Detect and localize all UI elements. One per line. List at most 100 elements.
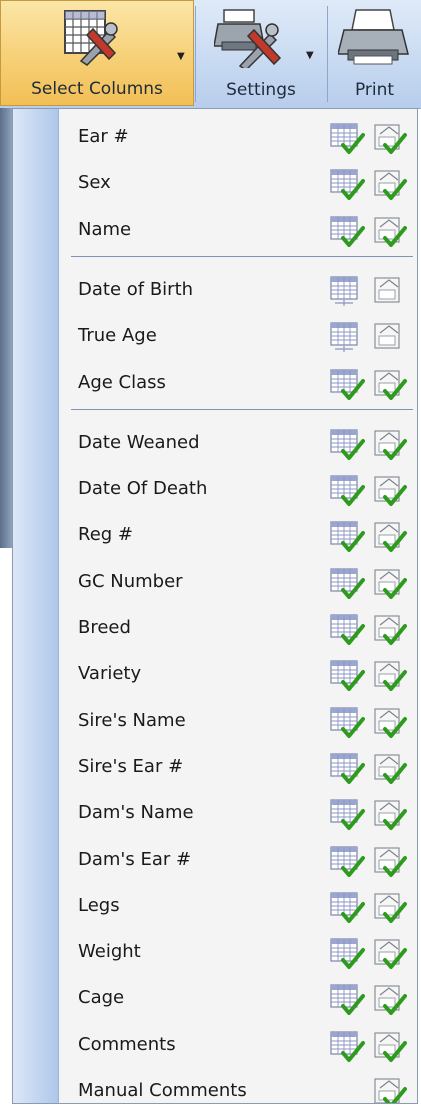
print-column-icon[interactable] — [371, 844, 407, 878]
grid-column-icon[interactable] — [329, 214, 365, 248]
grid-column-icon[interactable] — [329, 167, 365, 201]
grid-column-icon[interactable] — [329, 121, 365, 155]
menu-item[interactable]: Date Weaned — [58, 421, 417, 465]
print-column-icon[interactable] — [371, 751, 407, 785]
menu-item-label: True Age — [78, 325, 157, 347]
grid-column-icon[interactable] — [329, 566, 365, 600]
print-column-icon[interactable] — [371, 797, 407, 831]
menu-item[interactable]: Age Class — [58, 361, 417, 405]
menu-item-icons — [329, 705, 413, 739]
grid-column-icon[interactable] — [329, 1029, 365, 1063]
grid-column-icon[interactable] — [329, 982, 365, 1016]
menu-item[interactable]: GC Number — [58, 560, 417, 604]
grid-column-icon[interactable] — [329, 473, 365, 507]
grid-tools-icon — [61, 7, 121, 67]
settings-button[interactable]: ▼ Settings — [196, 0, 326, 106]
grid-column-icon[interactable] — [329, 705, 365, 739]
print-column-icon[interactable] — [371, 1075, 407, 1103]
menu-item-label: Manual Comments — [78, 1080, 247, 1101]
print-column-icon[interactable] — [371, 320, 407, 354]
grid-column-icon[interactable] — [329, 519, 365, 553]
print-column-icon[interactable] — [371, 473, 407, 507]
menu-item-icons — [329, 1029, 413, 1063]
menu-item[interactable]: Breed — [58, 606, 417, 650]
menu-item-label: Cage — [78, 987, 125, 1009]
chevron-down-icon[interactable]: ▼ — [306, 50, 314, 61]
menu-item-icons — [329, 121, 413, 155]
print-column-icon[interactable] — [371, 214, 407, 248]
menu-separator — [71, 255, 413, 257]
menu-item[interactable]: True Age — [58, 314, 417, 358]
menu-item-label: Date of Birth — [78, 278, 194, 300]
menu-item-label: Legs — [78, 894, 120, 916]
menu-item-label: Dam's Ear # — [78, 848, 192, 870]
select-columns-button[interactable]: ▼ Select Columns — [0, 0, 194, 106]
menu-item-icons — [329, 214, 413, 248]
grid-column-icon[interactable] — [329, 658, 365, 692]
menu-item[interactable]: Ear # — [58, 115, 417, 159]
print-column-icon[interactable] — [371, 658, 407, 692]
printer-icon — [338, 8, 410, 66]
chevron-down-icon[interactable]: ▼ — [177, 51, 185, 62]
menu-item-label: GC Number — [78, 570, 183, 592]
menu-item[interactable]: Reg # — [58, 513, 417, 557]
menu-item-icons — [329, 890, 413, 924]
print-column-icon[interactable] — [371, 566, 407, 600]
print-column-icon[interactable] — [371, 982, 407, 1016]
menu-item[interactable]: Variety — [58, 652, 417, 696]
menu-item[interactable]: Sire's Name — [58, 699, 417, 743]
print-label: Print — [354, 80, 395, 100]
menu-item[interactable]: Sex — [58, 161, 417, 205]
menu-item-label: Dam's Name — [78, 802, 194, 824]
menu-item-icons — [329, 797, 413, 831]
menu-item[interactable]: Dam's Name — [58, 791, 417, 835]
menu-item-label: Date Of Death — [78, 478, 208, 500]
print-column-icon[interactable] — [371, 167, 407, 201]
grid-column-icon[interactable] — [329, 936, 365, 970]
menu-item[interactable]: Dam's Ear # — [58, 838, 417, 882]
menu-item-icons — [329, 473, 413, 507]
menu-item[interactable]: Date of Birth — [58, 268, 417, 312]
select-columns-menu: Ear # Sex Name Date of Birth True Age Ag… — [12, 108, 418, 1104]
menu-item[interactable]: Sire's Ear # — [58, 745, 417, 789]
menu-item[interactable]: Name — [58, 208, 417, 252]
menu-item-icons — [329, 427, 413, 461]
grid-column-icon[interactable] — [329, 844, 365, 878]
menu-item-label: Variety — [78, 663, 142, 685]
menu-item[interactable]: Legs — [58, 884, 417, 928]
print-column-icon[interactable] — [371, 427, 407, 461]
menu-gutter — [13, 109, 59, 1103]
menu-item-icons — [329, 1075, 413, 1103]
grid-column-icon[interactable] — [329, 890, 365, 924]
menu-item[interactable]: Manual Comments — [58, 1069, 417, 1103]
grid-column-icon[interactable] — [329, 751, 365, 785]
print-button[interactable]: Print — [328, 0, 421, 106]
grid-column-icon[interactable] — [329, 367, 365, 401]
grid-column-icon[interactable] — [329, 274, 365, 308]
print-column-icon[interactable] — [371, 121, 407, 155]
menu-item-icons — [329, 274, 413, 308]
menu-item-label: Date Weaned — [78, 431, 200, 453]
print-column-icon[interactable] — [371, 890, 407, 924]
menu-item-icons — [329, 167, 413, 201]
print-column-icon[interactable] — [371, 274, 407, 308]
settings-label: Settings — [226, 80, 296, 100]
grid-column-icon[interactable] — [329, 797, 365, 831]
menu-item[interactable]: Date Of Death — [58, 467, 417, 511]
print-column-icon[interactable] — [371, 1029, 407, 1063]
menu-item-icons — [329, 658, 413, 692]
menu-item-icons — [329, 936, 413, 970]
print-column-icon[interactable] — [371, 367, 407, 401]
menu-item[interactable]: Cage — [58, 976, 417, 1020]
menu-item[interactable]: Weight — [58, 930, 417, 974]
grid-column-icon[interactable] — [329, 427, 365, 461]
menu-item[interactable]: Comments — [58, 1023, 417, 1067]
grid-column-icon[interactable] — [329, 320, 365, 354]
print-column-icon[interactable] — [371, 936, 407, 970]
menu-item-icons — [329, 566, 413, 600]
grid-column-icon[interactable] — [329, 612, 365, 646]
print-column-icon[interactable] — [371, 519, 407, 553]
print-column-icon[interactable] — [371, 705, 407, 739]
print-column-icon[interactable] — [371, 612, 407, 646]
menu-item-icons — [329, 751, 413, 785]
